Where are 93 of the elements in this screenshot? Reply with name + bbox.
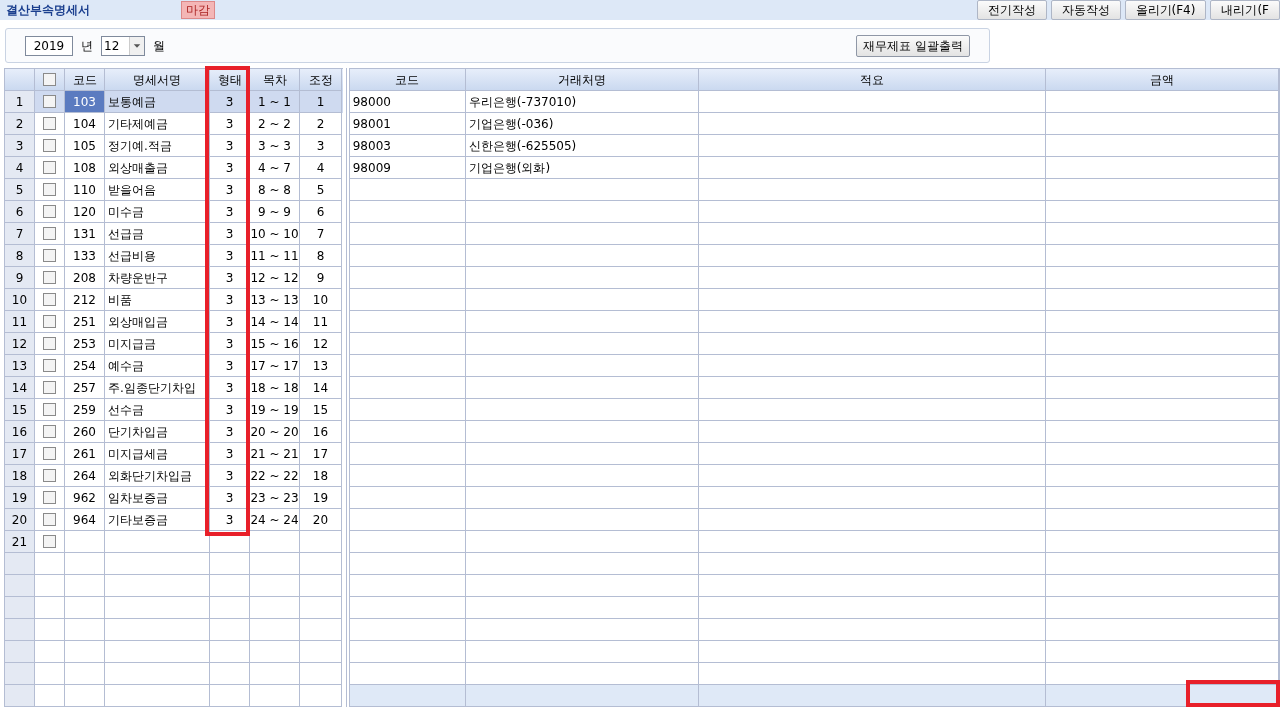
table-row[interactable]: 17 261 미지급세금 3 21 ~ 21 17 bbox=[5, 443, 343, 465]
table-row[interactable]: 10 212 비품 3 13 ~ 13 10 bbox=[5, 289, 343, 311]
checkbox[interactable] bbox=[43, 249, 56, 262]
table-row[interactable]: 2 104 기타제예금 3 2 ~ 2 2 bbox=[5, 113, 343, 135]
table-cell: 기업은행(-036) bbox=[465, 113, 699, 135]
checkbox[interactable] bbox=[43, 381, 56, 394]
table-cell: 98001 bbox=[349, 113, 466, 135]
row-number: 1 bbox=[5, 91, 35, 113]
checkbox[interactable] bbox=[43, 337, 56, 350]
checkbox[interactable] bbox=[43, 293, 56, 306]
row-number: 12 bbox=[5, 333, 35, 355]
row-number: 17 bbox=[5, 443, 35, 465]
checkbox[interactable] bbox=[43, 139, 56, 152]
row-number: 3 bbox=[5, 135, 35, 157]
checkbox[interactable] bbox=[43, 447, 56, 460]
row-number: 18 bbox=[5, 465, 35, 487]
checkbox[interactable] bbox=[43, 403, 56, 416]
checkbox[interactable] bbox=[43, 227, 56, 240]
column-header: 코드 bbox=[349, 69, 466, 91]
month-label: 월 bbox=[153, 37, 165, 55]
row-number: 19 bbox=[5, 487, 35, 509]
checkbox[interactable] bbox=[43, 491, 56, 504]
column-header: 적요 bbox=[698, 69, 1046, 91]
table-row[interactable]: 98001 기업은행(-036) bbox=[349, 113, 1280, 135]
table-row[interactable]: 20 964 기타보증금 3 24 ~ 24 20 bbox=[5, 509, 343, 531]
table-row[interactable]: 98009 기업은행(외화) bbox=[349, 157, 1280, 179]
table-row[interactable]: 13 254 예수금 3 17 ~ 17 13 bbox=[5, 355, 343, 377]
row-number: 2 bbox=[5, 113, 35, 135]
table-cell: 98003 bbox=[349, 135, 466, 157]
table-row[interactable]: 1 103 보통예금 3 1 ~ 1 1 bbox=[5, 91, 343, 113]
table-cell: 98000 bbox=[349, 91, 466, 113]
table-row[interactable]: 6 120 미수금 3 9 ~ 9 6 bbox=[5, 201, 343, 223]
row-number: 7 bbox=[5, 223, 35, 245]
checkbox[interactable] bbox=[43, 315, 56, 328]
table-row[interactable]: 98000 우리은행(-737010) bbox=[349, 91, 1280, 113]
checkbox[interactable] bbox=[43, 535, 56, 548]
table-row[interactable]: 12 253 미지급금 3 15 ~ 16 12 bbox=[5, 333, 343, 355]
table-cell: 신한은행(-625505) bbox=[465, 135, 699, 157]
table-row[interactable]: 98003 신한은행(-625505) bbox=[349, 135, 1280, 157]
table-row[interactable]: 16 260 단기차입금 3 20 ~ 20 16 bbox=[5, 421, 343, 443]
toolbar-button[interactable]: 전기작성 bbox=[976, 0, 1047, 20]
table-row[interactable]: 8 133 선급비용 3 11 ~ 11 8 bbox=[5, 245, 343, 267]
checkbox[interactable] bbox=[43, 205, 56, 218]
table-row[interactable]: 18 264 외화단기차입금 3 22 ~ 22 18 bbox=[5, 465, 343, 487]
row-number: 11 bbox=[5, 311, 35, 333]
row-number: 15 bbox=[5, 399, 35, 421]
status-badge: 마감 bbox=[181, 1, 215, 19]
checkbox[interactable] bbox=[43, 73, 56, 86]
column-header: 거래처명 bbox=[465, 69, 699, 91]
table-cell: 기업은행(외화) bbox=[465, 157, 699, 179]
checkbox[interactable] bbox=[43, 359, 56, 372]
table-row[interactable]: 3 105 정기예.적금 3 3 ~ 3 3 bbox=[5, 135, 343, 157]
row-number: 9 bbox=[5, 267, 35, 289]
checkbox[interactable] bbox=[43, 271, 56, 284]
row-number: 6 bbox=[5, 201, 35, 223]
table-row[interactable]: 4 108 외상매출금 3 4 ~ 7 4 bbox=[5, 157, 343, 179]
column-header: 금액 bbox=[1045, 69, 1279, 91]
checkbox[interactable] bbox=[43, 425, 56, 438]
table-row[interactable]: 14 257 주.임종단기차입 3 18 ~ 18 14 bbox=[5, 377, 343, 399]
table-cell: 103 bbox=[65, 91, 105, 113]
window-title: 결산부속명세서 bbox=[6, 2, 91, 19]
table-row[interactable]: 15 259 선수금 3 19 ~ 19 15 bbox=[5, 399, 343, 421]
table-row[interactable]: 19 962 임차보증금 3 23 ~ 23 19 bbox=[5, 487, 343, 509]
row-number: 16 bbox=[5, 421, 35, 443]
row-number: 20 bbox=[5, 509, 35, 531]
dropdown-caret-icon bbox=[129, 36, 144, 55]
table-cell: 98009 bbox=[349, 157, 466, 179]
table-row[interactable]: 5 110 받을어음 3 8 ~ 8 5 bbox=[5, 179, 343, 201]
row-number: 8 bbox=[5, 245, 35, 267]
year-label: 년 bbox=[81, 37, 93, 55]
checkbox[interactable] bbox=[43, 161, 56, 174]
row-number: 13 bbox=[5, 355, 35, 377]
month-dropdown[interactable]: 12 bbox=[101, 35, 145, 56]
toolbar-button[interactable]: 내리기(F bbox=[1210, 0, 1280, 20]
table-row[interactable]: 9 208 차량운반구 3 12 ~ 12 9 bbox=[5, 267, 343, 289]
print-all-button[interactable]: 재무제표 일괄출력 bbox=[856, 34, 970, 57]
checkbox[interactable] bbox=[43, 183, 56, 196]
table-row[interactable]: 11 251 외상매입금 3 14 ~ 14 11 bbox=[5, 311, 343, 333]
toolbar-button[interactable]: 자동작성 bbox=[1050, 0, 1121, 20]
table-row[interactable]: 7 131 선급금 3 10 ~ 10 7 bbox=[5, 223, 343, 245]
row-number: 5 bbox=[5, 179, 35, 201]
row-number: 4 bbox=[5, 157, 35, 179]
checkbox[interactable] bbox=[43, 469, 56, 482]
checkbox[interactable] bbox=[43, 95, 56, 108]
row-number: 21 bbox=[5, 531, 35, 553]
table-cell: 우리은행(-737010) bbox=[465, 91, 699, 113]
checkbox[interactable] bbox=[43, 513, 56, 526]
table-row[interactable]: 21 bbox=[5, 531, 343, 553]
toolbar-button[interactable]: 올리기(F4) bbox=[1124, 0, 1207, 20]
row-number: 10 bbox=[5, 289, 35, 311]
row-number: 14 bbox=[5, 377, 35, 399]
year-field[interactable]: 2019 bbox=[25, 35, 73, 56]
checkbox[interactable] bbox=[43, 117, 56, 130]
